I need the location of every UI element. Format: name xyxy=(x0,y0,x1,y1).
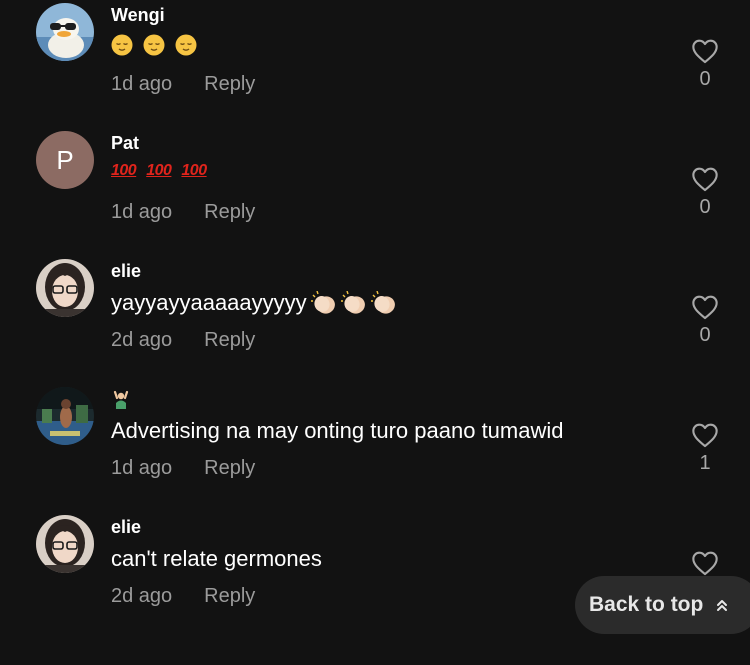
heart-icon[interactable] xyxy=(691,166,719,192)
comment-meta: 2d ago Reply xyxy=(111,585,255,608)
comment-username[interactable] xyxy=(111,389,131,414)
comment-meta: 1d ago Reply xyxy=(111,73,255,96)
comment-item: elie yayyayyaaaaayyyyy 2d ago Reply 0 xyxy=(0,256,750,384)
comment-username[interactable]: elie xyxy=(111,261,141,282)
clapping-hands-icon xyxy=(310,291,335,314)
comment-text xyxy=(111,34,207,56)
relieved-face-icon xyxy=(143,34,165,56)
avatar[interactable] xyxy=(36,3,94,61)
like-control: 0 xyxy=(688,294,722,347)
back-to-top-label: Back to top xyxy=(589,593,704,616)
photo-avatar-icon xyxy=(36,259,94,317)
double-chevron-up-icon xyxy=(717,600,728,611)
comment-time: 1d ago xyxy=(111,457,173,479)
like-count: 1 xyxy=(699,452,711,474)
like-control: 0 xyxy=(688,166,722,219)
comment-time: 2d ago xyxy=(111,329,173,351)
comment-text: 100 100 100 xyxy=(111,162,217,180)
heart-icon[interactable] xyxy=(691,294,719,320)
like-count: 0 xyxy=(699,68,711,90)
comment-item: Advertising na may onting turo paano tum… xyxy=(0,384,750,512)
avatar[interactable] xyxy=(36,259,94,317)
heart-icon[interactable] xyxy=(691,550,719,576)
comment-meta: 1d ago Reply xyxy=(111,201,255,224)
avatar[interactable] xyxy=(36,515,94,573)
duck-avatar-icon xyxy=(36,3,94,61)
person-gesturing-icon xyxy=(113,390,129,409)
comment-body: can't relate germones xyxy=(111,546,322,571)
like-count: 0 xyxy=(699,196,711,218)
comment-body: Advertising na may onting turo paano tum… xyxy=(111,418,564,443)
reply-button[interactable]: Reply xyxy=(204,201,255,223)
reply-button[interactable]: Reply xyxy=(204,329,255,351)
reply-button[interactable]: Reply xyxy=(204,585,255,607)
hundred-points-icon: 100 xyxy=(146,162,172,179)
reply-button[interactable]: Reply xyxy=(204,457,255,479)
avatar-letter: P xyxy=(56,144,74,175)
comment-meta: 2d ago Reply xyxy=(111,329,255,352)
comment-text: can't relate germones xyxy=(111,546,322,572)
comment-username[interactable]: Wengi xyxy=(111,5,165,26)
avatar[interactable]: P xyxy=(36,131,94,189)
photo-avatar-icon xyxy=(36,387,94,445)
comment-item: P Pat 100 100 100 1d ago Reply 0 xyxy=(0,128,750,256)
comment-item: Wengi 1d ago Reply 0 xyxy=(0,0,750,128)
like-control: 1 xyxy=(688,422,722,475)
comment-username[interactable]: Pat xyxy=(111,133,139,154)
avatar[interactable] xyxy=(36,387,94,445)
back-to-top-button[interactable]: Back to top xyxy=(575,576,750,634)
reply-button[interactable]: Reply xyxy=(204,73,255,95)
comment-meta: 1d ago Reply xyxy=(111,457,255,480)
like-count: 0 xyxy=(699,324,711,346)
clapping-hands-icon xyxy=(370,291,395,314)
comment-time: 1d ago xyxy=(111,73,173,95)
heart-icon[interactable] xyxy=(691,38,719,64)
relieved-face-icon xyxy=(175,34,197,56)
comment-time: 2d ago xyxy=(111,585,173,607)
comment-text: yayyayyaaaaayyyyy xyxy=(111,290,397,316)
hundred-points-icon: 100 xyxy=(111,162,137,179)
clapping-hands-icon xyxy=(340,291,365,314)
relieved-face-icon xyxy=(111,34,133,56)
like-control: 0 xyxy=(688,38,722,91)
comment-username[interactable]: elie xyxy=(111,517,141,538)
hundred-points-icon: 100 xyxy=(181,162,207,179)
like-control xyxy=(688,550,722,576)
heart-icon[interactable] xyxy=(691,422,719,448)
comment-text: Advertising na may onting turo paano tum… xyxy=(111,418,563,444)
photo-avatar-icon xyxy=(36,515,94,573)
comment-body: yayyayyaaaaayyyyy xyxy=(111,290,307,315)
comment-time: 1d ago xyxy=(111,201,173,223)
